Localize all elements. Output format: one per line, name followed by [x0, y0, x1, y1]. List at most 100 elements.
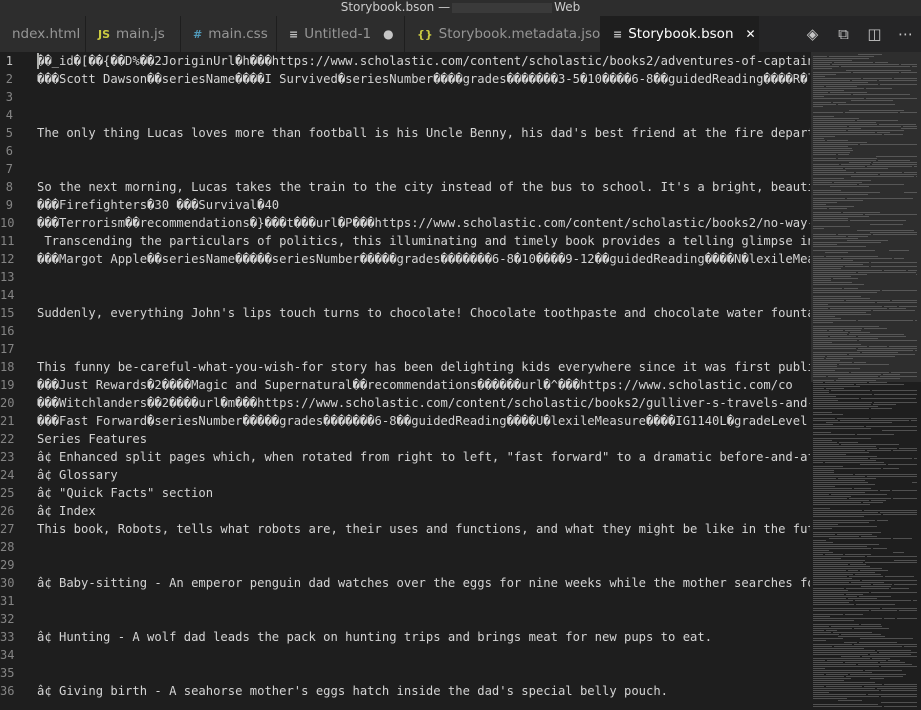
- minimap-text-line: [867, 556, 917, 557]
- code-line[interactable]: So the next morning, Lucas takes the tra…: [37, 178, 810, 196]
- minimap-text-line: [830, 92, 867, 93]
- minimap-text-line: [916, 274, 917, 275]
- minimap-text-line: [858, 54, 882, 55]
- minimap-text-line: [851, 582, 884, 583]
- minimap-text-line: [813, 580, 860, 581]
- minimap-text-line: [813, 528, 832, 529]
- minimap-text-line: [813, 298, 870, 299]
- tab-storybook-bson[interactable]: ≡ Storybook.bson ✕: [601, 16, 759, 52]
- code-line[interactable]: ���Firefighters�30 ���Survival�40: [37, 196, 279, 214]
- code-line[interactable]: This funny be-careful-what-you-wish-for …: [37, 358, 810, 376]
- minimap-text-line: [813, 356, 825, 357]
- minimap-text-line: [813, 244, 837, 245]
- minimap-text-line: [848, 570, 858, 571]
- minimap-text-line: [892, 490, 917, 491]
- code-line[interactable]: This book, Robots, tells what robots are…: [37, 520, 810, 538]
- minimap-text-line: [813, 238, 858, 239]
- compare-changes-icon[interactable]: ⧉: [828, 25, 859, 43]
- more-actions-icon[interactable]: ⋯: [890, 25, 921, 43]
- minimap-text-line: [813, 212, 841, 213]
- minimap-text-line: [813, 502, 861, 503]
- code-editor[interactable]: ��_id�[��{��D%��2JoriginUrl�h���https://…: [37, 52, 810, 710]
- minimap-text-line: [857, 434, 894, 435]
- code-line[interactable]: â¢ Giving birth - A seahorse mother's eg…: [37, 682, 668, 700]
- minimap-text-line: [813, 214, 863, 215]
- code-line[interactable]: ���Scott Dawson��seriesName����I Survive…: [37, 70, 810, 88]
- minimap-text-line: [846, 588, 889, 589]
- minimap-text-line: [813, 334, 847, 335]
- code-line[interactable]: â¢ Baby-sitting - An emperor penguin dad…: [37, 574, 810, 592]
- minimap-text-line: [881, 690, 917, 691]
- minimap-text-line: [871, 610, 897, 611]
- minimap-text-line: [813, 202, 837, 203]
- minimap-text-line: [813, 662, 843, 663]
- minimap-text-line: [838, 636, 885, 637]
- minimap-text-line: [851, 100, 893, 101]
- window-title-prefix: Storybook.bson —: [340, 0, 451, 14]
- minimap-text-line: [813, 92, 828, 93]
- minimap-text-line: [826, 674, 848, 675]
- minimap-text-line: [861, 586, 891, 587]
- code-line[interactable]: â¢ "Quick Facts" section: [37, 484, 213, 502]
- line-number: 4: [5, 108, 13, 122]
- split-editor-icon[interactable]: ◫: [859, 25, 890, 43]
- code-line[interactable]: Suddenly, everything John's lips touch t…: [37, 304, 810, 322]
- minimap-text-line: [813, 58, 869, 59]
- code-line[interactable]: ���Margot Apple��seriesName�����seriesNu…: [37, 250, 810, 268]
- code-line[interactable]: ��_id�[��{��D%��2JoriginUrl�h���https://…: [37, 52, 810, 70]
- code-line[interactable]: â¢ Hunting - A wolf dad leads the pack o…: [37, 628, 712, 646]
- window-titlebar: Storybook.bson — Web: [0, 0, 921, 16]
- close-icon[interactable]: ✕: [746, 27, 756, 41]
- tab-storybook-metadata-json[interactable]: {} Storybook.metadata.json: [405, 16, 609, 52]
- minimap-text-line: [813, 268, 841, 269]
- minimap-text-line: [853, 94, 910, 95]
- minimap-text-line: [883, 514, 917, 515]
- code-line[interactable]: ���Just Rewards�2����Magic and Supernatu…: [37, 376, 793, 394]
- minimap[interactable]: [811, 52, 921, 710]
- minimap-text-line: [916, 176, 917, 177]
- minimap-text-line: [899, 448, 917, 449]
- minimap-text-line: [813, 300, 844, 301]
- code-line[interactable]: ���Terrorism��recommendations�}���t���ur…: [37, 214, 810, 232]
- minimap-text-line: [838, 104, 895, 105]
- tab-ndex-html[interactable]: ndex.html: [0, 16, 86, 52]
- minimap-text-line: [894, 78, 917, 79]
- minimap-text-line: [813, 112, 843, 113]
- code-line[interactable]: â¢ Index: [37, 502, 96, 520]
- minimap-text-line: [871, 500, 886, 501]
- tab-main-css[interactable]: # main.css: [181, 16, 277, 52]
- minimap-text-line: [813, 424, 833, 425]
- minimap-text-line: [813, 148, 852, 149]
- unsaved-dot-icon[interactable]: ●: [383, 27, 393, 41]
- window-title-suffix: Web: [554, 0, 581, 14]
- minimap-text-line: [915, 350, 917, 351]
- minimap-text-line: [813, 574, 853, 575]
- minimap-text-line: [880, 376, 917, 377]
- minimap-text-line: [813, 460, 876, 461]
- minimap-text-line: [827, 356, 895, 357]
- minimap-text-line: [813, 260, 853, 261]
- code-line[interactable]: Transcending the particulars of politics…: [37, 232, 810, 250]
- minimap-text-line: [813, 414, 843, 415]
- minimap-text-line: [866, 88, 892, 89]
- code-line[interactable]: The only thing Lucas loves more than foo…: [37, 124, 810, 142]
- minimap-text-line: [813, 246, 866, 247]
- code-line[interactable]: ���Witchlanders��2����url�m���https://ww…: [37, 394, 810, 412]
- code-line[interactable]: Series Features: [37, 430, 147, 448]
- minimap-text-line: [827, 660, 886, 661]
- code-line[interactable]: â¢ Enhanced split pages which, when rota…: [37, 448, 810, 466]
- minimap-text-line: [880, 174, 917, 175]
- minimap-text-line: [884, 706, 917, 707]
- minimap-text-line: [813, 426, 864, 427]
- tab-main-js[interactable]: JS main.js: [86, 16, 181, 52]
- minimap-text-line: [845, 266, 869, 267]
- code-line[interactable]: â¢ Glossary: [37, 466, 118, 484]
- code-line[interactable]: ���Fast Forward�seriesNumber�����grades�…: [37, 412, 807, 430]
- tab-untitled-1[interactable]: ≡ Untitled-1 ●: [277, 16, 405, 52]
- minimap-text-line: [813, 330, 827, 331]
- tab-label: Storybook.metadata.json: [438, 26, 609, 42]
- minimap-text-line: [871, 408, 892, 409]
- minimap-text-line: [813, 596, 857, 597]
- line-number: 12: [0, 252, 15, 266]
- source-control-icon[interactable]: ◈: [797, 25, 828, 43]
